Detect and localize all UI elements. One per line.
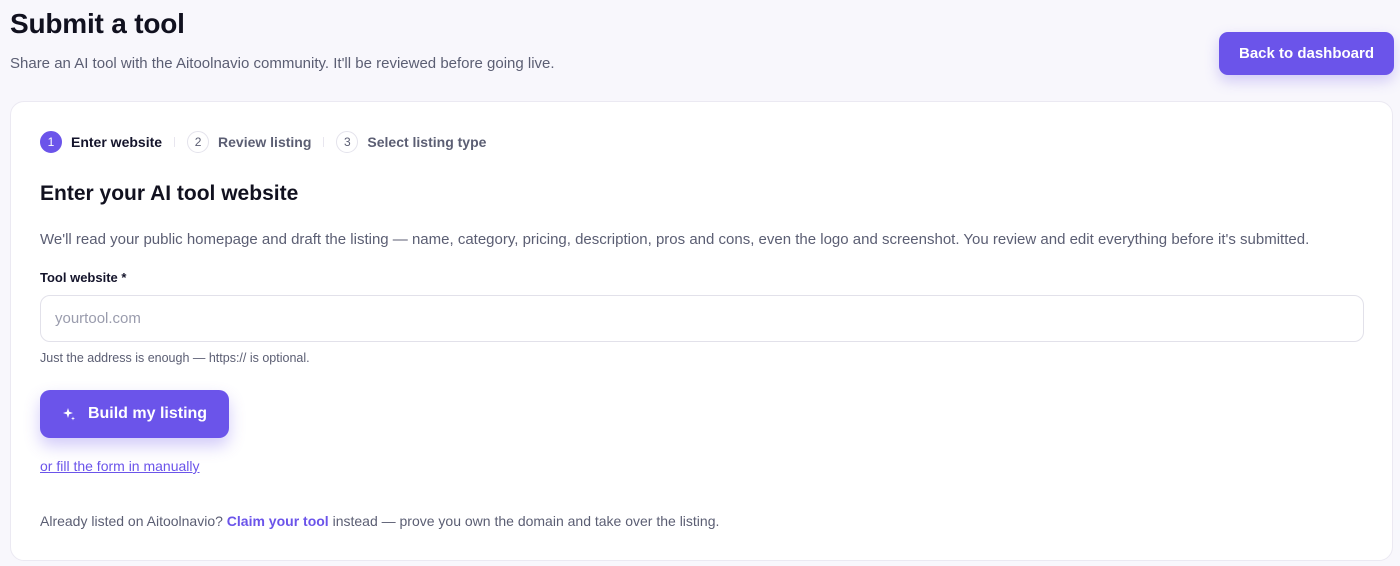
step-label: Enter website — [71, 134, 163, 150]
submit-tool-page: Submit a tool Share an AI tool with the … — [0, 0, 1400, 566]
step-label: Select listing type — [367, 134, 487, 150]
page-subtitle: Share an AI tool with the Aitoolnavio co… — [10, 55, 555, 72]
step-review-listing[interactable]: 2 Review listing — [187, 131, 311, 153]
step-divider — [174, 137, 176, 147]
tool-website-input[interactable] — [40, 295, 1364, 342]
build-button-label: Build my listing — [87, 405, 208, 422]
section-title: Enter your AI tool website — [40, 182, 299, 205]
step-number: 2 — [187, 131, 210, 153]
page-title: Submit a tool — [10, 8, 185, 39]
step-label: Review listing — [218, 134, 312, 150]
field-hint: Just the address is enough — https:// is… — [40, 351, 310, 365]
fill-manually-link[interactable]: or fill the form in manually — [40, 458, 200, 474]
back-to-dashboard-button[interactable]: Back to dashboard — [1219, 32, 1394, 75]
claim-suffix: instead — prove you own the domain and t… — [328, 513, 720, 529]
section-description: We'll read your public homepage and draf… — [40, 231, 1310, 248]
claim-your-tool-link[interactable]: Claim your tool — [227, 513, 329, 529]
step-divider — [323, 137, 325, 147]
claim-prefix: Already listed on Aitoolnavio? — [40, 513, 227, 529]
step-select-listing-type[interactable]: 3 Select listing type — [336, 131, 486, 153]
submit-card: 1 Enter website 2 Review listing 3 Selec… — [10, 101, 1393, 561]
step-number: 3 — [336, 131, 359, 153]
build-my-listing-button[interactable]: Build my listing — [40, 390, 229, 438]
stepper: 1 Enter website 2 Review listing 3 Selec… — [40, 131, 486, 153]
claim-notice: Already listed on Aitoolnavio? Claim you… — [40, 513, 719, 529]
step-number: 1 — [40, 131, 62, 153]
tool-website-label: Tool website * — [40, 270, 127, 285]
step-enter-website[interactable]: 1 Enter website — [40, 131, 162, 153]
sparkle-icon — [62, 407, 76, 421]
